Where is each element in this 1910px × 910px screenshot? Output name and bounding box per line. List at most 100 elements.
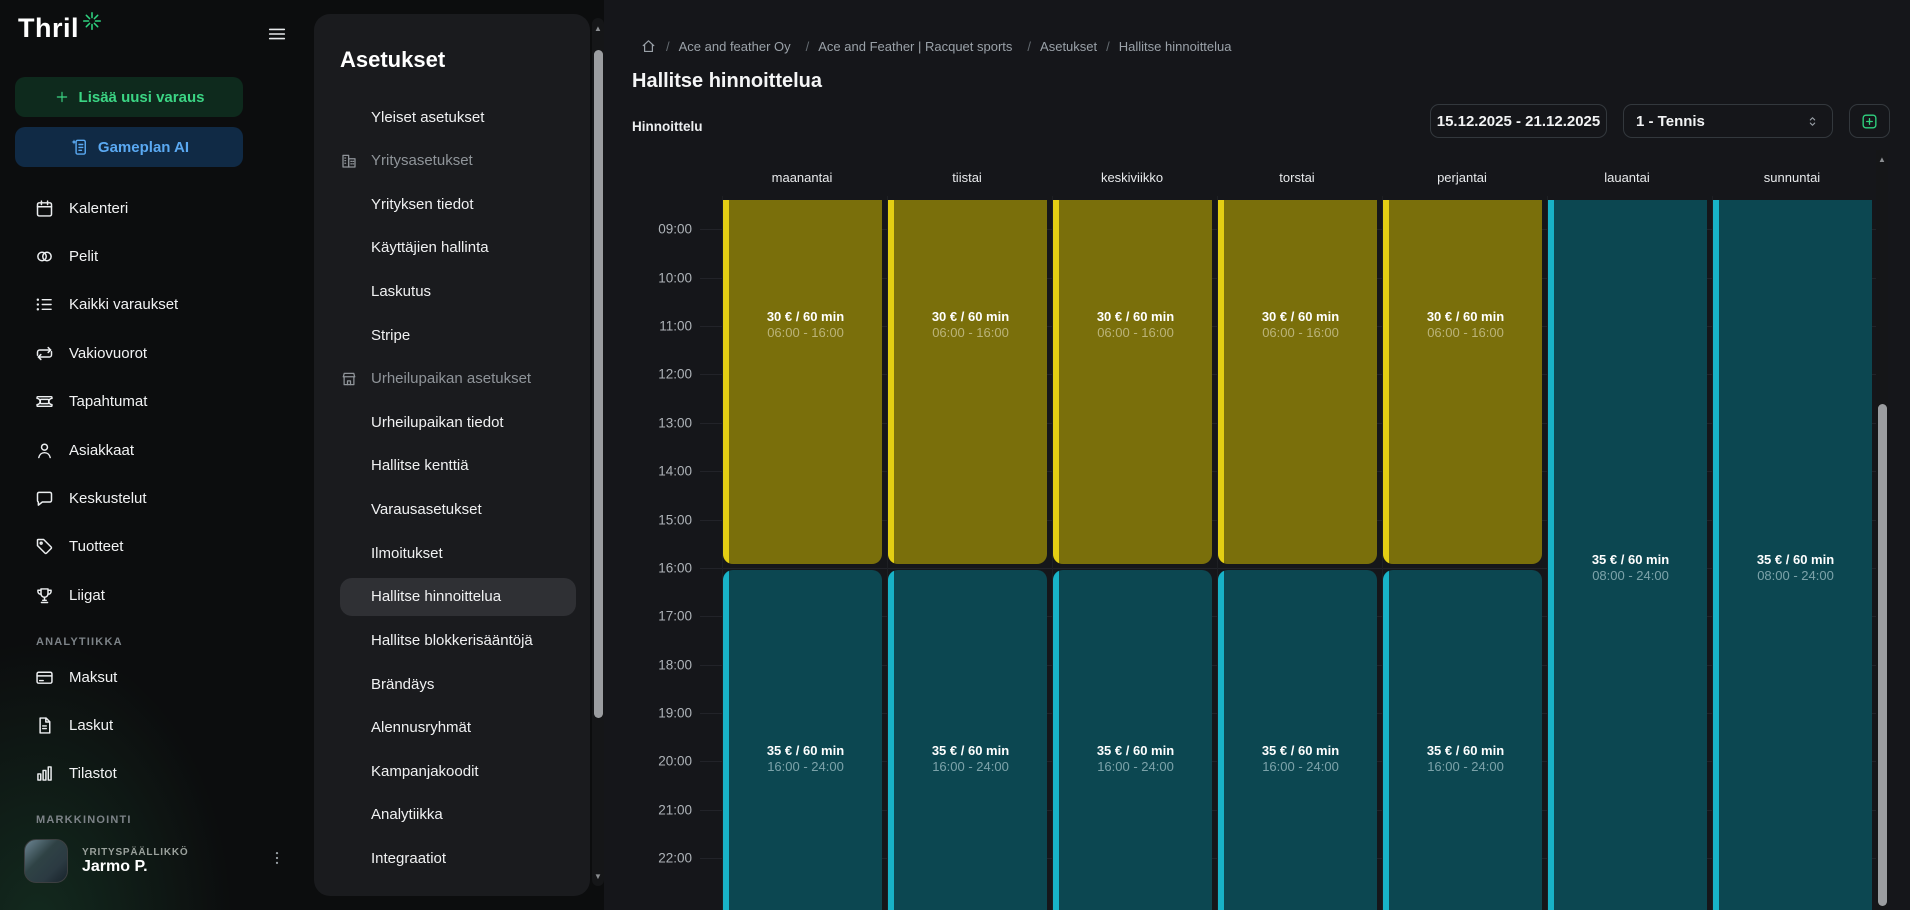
settings-item-alennusryhmät[interactable]: Alennusryhmät	[340, 709, 576, 747]
settings-item-yleiset-asetukset[interactable]: Yleiset asetukset	[340, 98, 576, 136]
home-icon[interactable]	[640, 38, 657, 55]
settings-item-integraatiot[interactable]: Integraatiot	[340, 840, 576, 878]
block-text: 35 € / 60 min16:00 - 24:00	[729, 743, 882, 775]
settings-item-label: Alennusryhmät	[371, 719, 471, 736]
sidebar-item-label: Tuotteet	[69, 538, 123, 555]
pricing-block-evening[interactable]: 35 € / 60 min16:00 - 24:00	[1383, 570, 1542, 910]
breadcrumb-item-label: Hallitse hinnoittelua	[1119, 39, 1232, 54]
logo-text: Thril	[18, 13, 79, 44]
sidebar-item-pelit[interactable]: Pelit	[34, 241, 286, 271]
settings-title: Asetukset	[340, 47, 445, 73]
block-accent-stripe	[1053, 200, 1059, 564]
add-pricing-button[interactable]	[1849, 104, 1890, 138]
time-label: 16:00	[612, 560, 692, 575]
pricing-block-evening[interactable]: 35 € / 60 min16:00 - 24:00	[1218, 570, 1377, 910]
pricing-block-daytime[interactable]: 30 € / 60 min06:00 - 16:00	[723, 200, 882, 564]
block-price: 30 € / 60 min	[1059, 309, 1212, 325]
block-hours: 08:00 - 24:00	[1719, 568, 1872, 584]
pricing-block-fullday[interactable]: 35 € / 60 min08:00 - 24:00	[1548, 200, 1707, 910]
repeat-icon	[34, 343, 55, 364]
settings-item-label: Analytiikka	[371, 806, 443, 823]
breadcrumb-item[interactable]: Hallitse hinnoittelua	[1119, 39, 1232, 54]
block-text: 30 € / 60 min06:00 - 16:00	[894, 309, 1047, 341]
settings-item-varausasetukset[interactable]: Varausasetukset	[340, 491, 576, 529]
settings-item-label: Brändäys	[371, 676, 434, 693]
block-accent-stripe	[723, 200, 729, 564]
gameplan-ai-button[interactable]: Gameplan AI	[15, 127, 243, 167]
pricing-block-evening[interactable]: 35 € / 60 min16:00 - 24:00	[888, 570, 1047, 910]
settings-item-laskutus[interactable]: Laskutus	[340, 272, 576, 310]
settings-item-stripe[interactable]: Stripe	[340, 316, 576, 354]
settings-item-label: Laskutus	[371, 283, 431, 300]
settings-item-label: Yrityksen tiedot	[371, 196, 474, 213]
block-hours: 06:00 - 16:00	[729, 325, 882, 341]
pricing-block-daytime[interactable]: 30 € / 60 min06:00 - 16:00	[888, 200, 1047, 564]
settings-item-valtuutukset[interactable]: Valtuutukset	[340, 883, 576, 896]
menu-icon[interactable]	[266, 23, 288, 45]
pricing-block-daytime[interactable]: 30 € / 60 min06:00 - 16:00	[1218, 200, 1377, 564]
settings-item-käyttäjien-hallinta[interactable]: Käyttäjien hallinta	[340, 229, 576, 267]
block-accent-stripe	[1053, 570, 1059, 910]
pricing-block-evening[interactable]: 35 € / 60 min16:00 - 24:00	[723, 570, 882, 910]
sidebar-item-liigat[interactable]: Liigat	[34, 580, 286, 610]
settings-item-hallitse-blokkerisääntöjä[interactable]: Hallitse blokkerisääntöjä	[340, 621, 576, 659]
scroll-up-arrow-icon[interactable]: ▲	[592, 22, 604, 34]
time-label: 21:00	[612, 802, 692, 817]
sidebar-item-vakiovuorot[interactable]: Vakiovuorot	[34, 338, 286, 368]
sidebar-item-kalenteri[interactable]: Kalenteri	[34, 193, 286, 223]
plus-icon	[54, 89, 70, 105]
block-price: 35 € / 60 min	[1719, 552, 1872, 568]
breadcrumb-separator: /	[666, 39, 670, 54]
settings-item-kampanjakoodit[interactable]: Kampanjakoodit	[340, 752, 576, 790]
settings-item-ilmoitukset[interactable]: Ilmoitukset	[340, 534, 576, 572]
sidebar-item-laskut[interactable]: Laskut	[34, 710, 286, 740]
settings-item-yrityksen-tiedot[interactable]: Yrityksen tiedot	[340, 185, 576, 223]
settings-item-brändäys[interactable]: Brändäys	[340, 665, 576, 703]
logo[interactable]: Thril	[18, 13, 103, 44]
scroll-down-arrow-icon[interactable]: ▼	[592, 870, 604, 882]
scroll-up-arrow-icon[interactable]: ▲	[1876, 153, 1888, 165]
sidebar-item-keskustelut[interactable]: Keskustelut	[34, 483, 286, 513]
pricing-block-fullday[interactable]: 35 € / 60 min08:00 - 24:00	[1713, 200, 1872, 910]
time-label: 11:00	[612, 319, 692, 334]
breadcrumb-items: /Ace and feather Oy/Ace and Feather | Ra…	[666, 39, 1232, 54]
court-select[interactable]: 1 - Tennis	[1623, 104, 1833, 138]
sidebar-item-tuotteet[interactable]: Tuotteet	[34, 532, 286, 562]
date-range-button[interactable]: 15.12.2025 - 21.12.2025	[1430, 104, 1607, 138]
settings-item-label: Stripe	[371, 327, 410, 344]
pricing-block-daytime[interactable]: 30 € / 60 min06:00 - 16:00	[1053, 200, 1212, 564]
user-role: YRITYSPÄÄLLIKKÖ	[82, 847, 188, 858]
calendar-scrollbar-thumb[interactable]	[1878, 404, 1887, 906]
settings-item-hallitse-hinnoittelua[interactable]: Hallitse hinnoittelua	[340, 578, 576, 616]
settings-item-analytiikka[interactable]: Analytiikka	[340, 796, 576, 834]
sidebar-item-tapahtumat[interactable]: Tapahtumat	[34, 387, 286, 417]
settings-item-label: Yleiset asetukset	[371, 109, 484, 126]
settings-item-label: Urheilupaikan tiedot	[371, 414, 504, 431]
sidebar-item-tilastot[interactable]: Tilastot	[34, 758, 286, 788]
kebab-icon[interactable]	[268, 849, 286, 867]
time-label: 12:00	[612, 367, 692, 382]
breadcrumb-item[interactable]: Ace and Feather | Racquet sports	[818, 39, 1018, 54]
pricing-block-evening[interactable]: 35 € / 60 min16:00 - 24:00	[1053, 570, 1212, 910]
sidebar-item-maksut[interactable]: Maksut	[34, 662, 286, 692]
sidebar-item-label: Maksut	[69, 669, 117, 686]
sidebar-item-kaikki-varaukset[interactable]: Kaikki varaukset	[34, 290, 286, 320]
user-profile[interactable]: YRITYSPÄÄLLIKKÖ Jarmo P.	[24, 839, 188, 883]
add-booking-button[interactable]: Lisää uusi varaus	[15, 77, 243, 117]
settings-scrollbar: ▲ ▼	[592, 18, 604, 886]
app-window: Thril Lisää uusi varaus Gameplan AI Kale…	[0, 0, 1910, 910]
gameplan-ai-label: Gameplan AI	[98, 139, 189, 156]
sidebar-item-asiakkaat[interactable]: Asiakkaat	[34, 435, 286, 465]
settings-item-urheilupaikan-tiedot[interactable]: Urheilupaikan tiedot	[340, 403, 576, 441]
sidebar-item-label: Laskut	[69, 717, 113, 734]
analytics-section-label: ANALYTIIKKA	[36, 636, 123, 648]
breadcrumb-item-label: Ace and Feather | Racquet sports	[818, 39, 1012, 54]
settings-item-hallitse-kenttiä[interactable]: Hallitse kenttiä	[340, 447, 576, 485]
block-accent-stripe	[888, 200, 894, 564]
time-label: 13:00	[612, 415, 692, 430]
breadcrumb-item[interactable]: Ace and feather Oy	[679, 39, 797, 54]
breadcrumb-item[interactable]: Asetukset	[1040, 39, 1097, 54]
settings-scrollbar-thumb[interactable]	[594, 50, 603, 718]
pricing-block-daytime[interactable]: 30 € / 60 min06:00 - 16:00	[1383, 200, 1542, 564]
block-price: 35 € / 60 min	[1059, 743, 1212, 759]
